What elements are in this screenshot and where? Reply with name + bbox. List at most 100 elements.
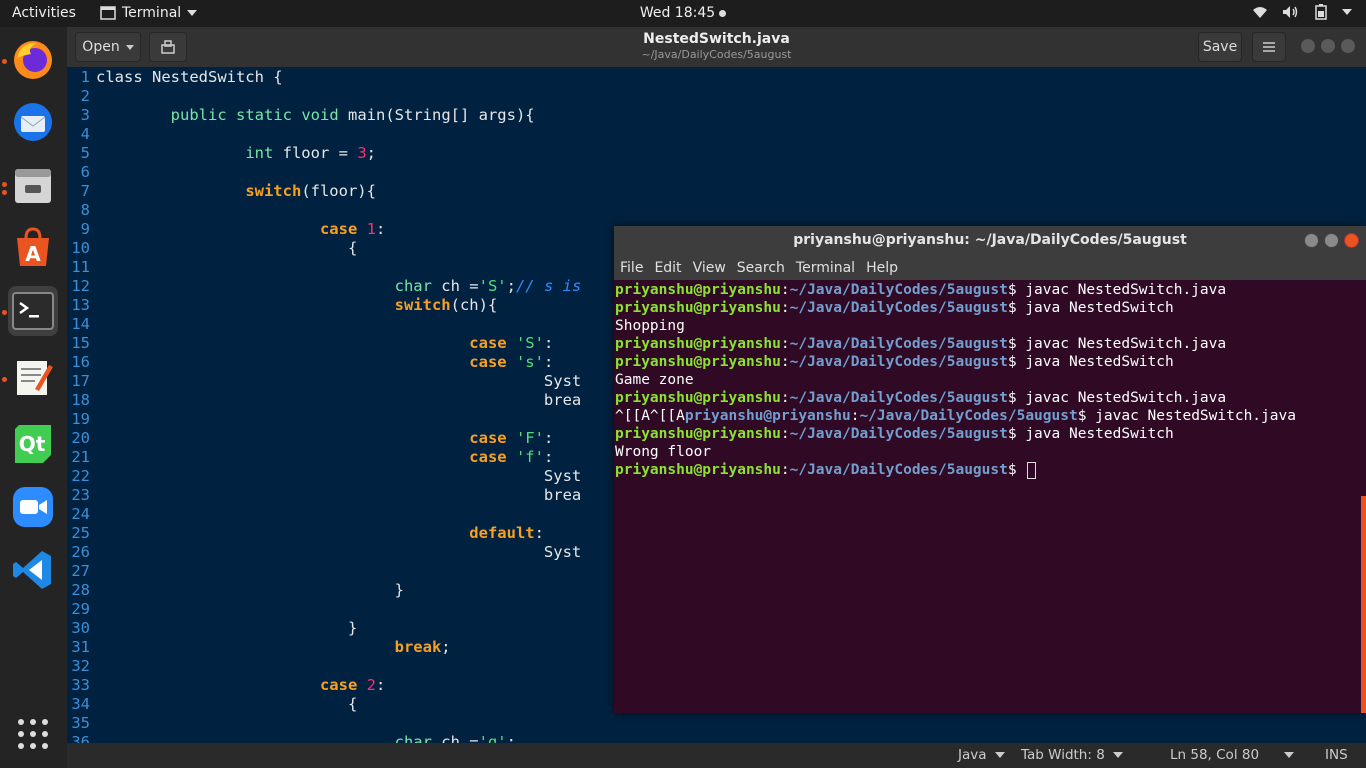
software-center-icon[interactable]: A [8,223,58,273]
save-label: Save [1203,39,1237,55]
language-selector[interactable]: Java [958,747,1005,763]
menu-terminal[interactable]: Terminal [796,260,855,276]
line-number: 3 [67,106,90,125]
show-apps-icon[interactable] [8,709,58,759]
line-text[interactable]: switch(floor){ [96,182,376,201]
hamburger-menu-button[interactable] [1252,32,1286,62]
line-number: 32 [67,657,90,676]
line-text[interactable]: } [96,581,404,600]
prompt-command: $ java NestedSwitch [1008,354,1174,370]
line-number: 14 [67,315,90,334]
running-indicator [2,182,7,187]
cursor-position-selector[interactable]: Ln 58, Col 80 [1170,747,1294,763]
zoom-icon[interactable] [8,482,58,532]
line-number: 17 [67,372,90,391]
system-tray[interactable] [1252,4,1352,20]
svg-text:Qt: Qt [19,432,46,456]
line-text[interactable]: default: [96,524,544,543]
chevron-down-icon [995,752,1005,758]
terminal-prompt-line: priyanshu@priyanshu:~/Java/DailyCodes/5a… [615,281,1226,299]
line-text[interactable]: case 's': [96,353,553,372]
app-menu[interactable]: Terminal [100,5,197,21]
line-text[interactable]: case 'f': [96,448,553,467]
vscode-icon[interactable] [8,545,58,595]
prompt-command: $ java NestedSwitch [1008,426,1174,442]
terminal-output-line: Shopping [615,317,685,335]
line-number: 35 [67,714,90,733]
qt-creator-icon[interactable]: Qt [8,418,58,468]
files-icon[interactable] [8,160,58,210]
cursor-position: Ln 58, Col 80 [1170,747,1259,763]
line-number: 20 [67,429,90,448]
text-editor-icon[interactable] [8,352,58,402]
minimize-button[interactable] [1301,39,1315,53]
line-text[interactable]: } [96,619,357,638]
clock[interactable]: Wed 18:45 [640,5,715,21]
line-text[interactable]: char ch ='g'; [96,733,516,744]
chevron-down-icon [187,10,197,16]
line-text[interactable]: case 'F': [96,429,553,448]
line-text[interactable]: case 1: [96,220,385,239]
prompt-path: ~/Java/DailyCodes/5august [790,282,1008,298]
save-button[interactable]: Save [1198,32,1242,62]
line-number: 10 [67,239,90,258]
line-number: 25 [67,524,90,543]
menu-search[interactable]: Search [737,260,785,276]
prompt-user: priyanshu@priyanshu [615,426,781,442]
line-text[interactable]: Syst [96,372,581,391]
line-text[interactable]: { [96,239,357,258]
line-text[interactable]: int floor = 3; [96,144,376,163]
activities-button[interactable]: Activities [12,5,76,21]
document-path: ~/Java/DailyCodes/5august [67,48,1366,61]
line-text[interactable]: Syst [96,543,581,562]
terminal-prompt-line: priyanshu@priyanshu:~/Java/DailyCodes/5a… [615,461,1036,479]
line-text[interactable]: switch(ch){ [96,296,497,315]
line-number: 23 [67,486,90,505]
language-label: Java [958,747,987,763]
svg-text:A: A [25,242,41,266]
close-button[interactable] [1344,233,1359,248]
firefox-icon[interactable] [8,35,58,85]
line-text[interactable]: brea [96,391,581,410]
text-cursor [1027,462,1036,479]
line-number: 36 [67,733,90,744]
terminal-output-line: Wrong floor [615,443,711,461]
line-text[interactable]: brea [96,486,581,505]
menu-view[interactable]: View [693,260,726,276]
line-number: 11 [67,258,90,277]
line-text[interactable]: case 'S': [96,334,553,353]
document-title: NestedSwitch.java [67,31,1366,47]
maximize-button[interactable] [1324,233,1339,248]
line-text[interactable]: public static void main(String[] args){ [96,106,535,125]
terminal-icon[interactable] [8,286,58,336]
line-number: 24 [67,505,90,524]
line-text[interactable]: case 2: [96,676,385,695]
menu-edit[interactable]: Edit [654,260,681,276]
line-number: 22 [67,467,90,486]
maximize-button[interactable] [1321,39,1335,53]
line-number: 9 [67,220,90,239]
prompt-user: priyanshu@priyanshu [615,354,781,370]
menu-file[interactable]: File [620,260,643,276]
prompt-user: priyanshu@priyanshu [685,408,851,424]
terminal-output[interactable]: priyanshu@priyanshu:~/Java/DailyCodes/5a… [614,280,1366,713]
prompt-user: priyanshu@priyanshu [615,336,781,352]
menu-help[interactable]: Help [866,260,898,276]
terminal-scrollbar[interactable] [1361,496,1366,713]
line-text[interactable]: char ch ='S';// s is [96,277,581,296]
running-indicator [2,310,7,315]
minimize-button[interactable] [1304,233,1319,248]
terminal-prompt-line: priyanshu@priyanshu:~/Java/DailyCodes/5a… [615,425,1174,443]
line-text[interactable]: break; [96,638,451,657]
terminal-title: priyanshu@priyanshu: ~/Java/DailyCodes/5… [614,226,1366,255]
line-text[interactable]: Syst [96,467,581,486]
thunderbird-icon[interactable] [8,97,58,147]
terminal-window[interactable]: priyanshu@priyanshu: ~/Java/DailyCodes/5… [614,226,1366,713]
line-number: 29 [67,600,90,619]
prompt-path: ~/Java/DailyCodes/5august [859,408,1077,424]
line-text[interactable]: class NestedSwitch { [96,68,283,87]
line-number: 21 [67,448,90,467]
tab-width-selector[interactable]: Tab Width: 8 [1021,747,1123,763]
line-text[interactable]: { [96,695,357,714]
close-button[interactable] [1341,39,1355,53]
